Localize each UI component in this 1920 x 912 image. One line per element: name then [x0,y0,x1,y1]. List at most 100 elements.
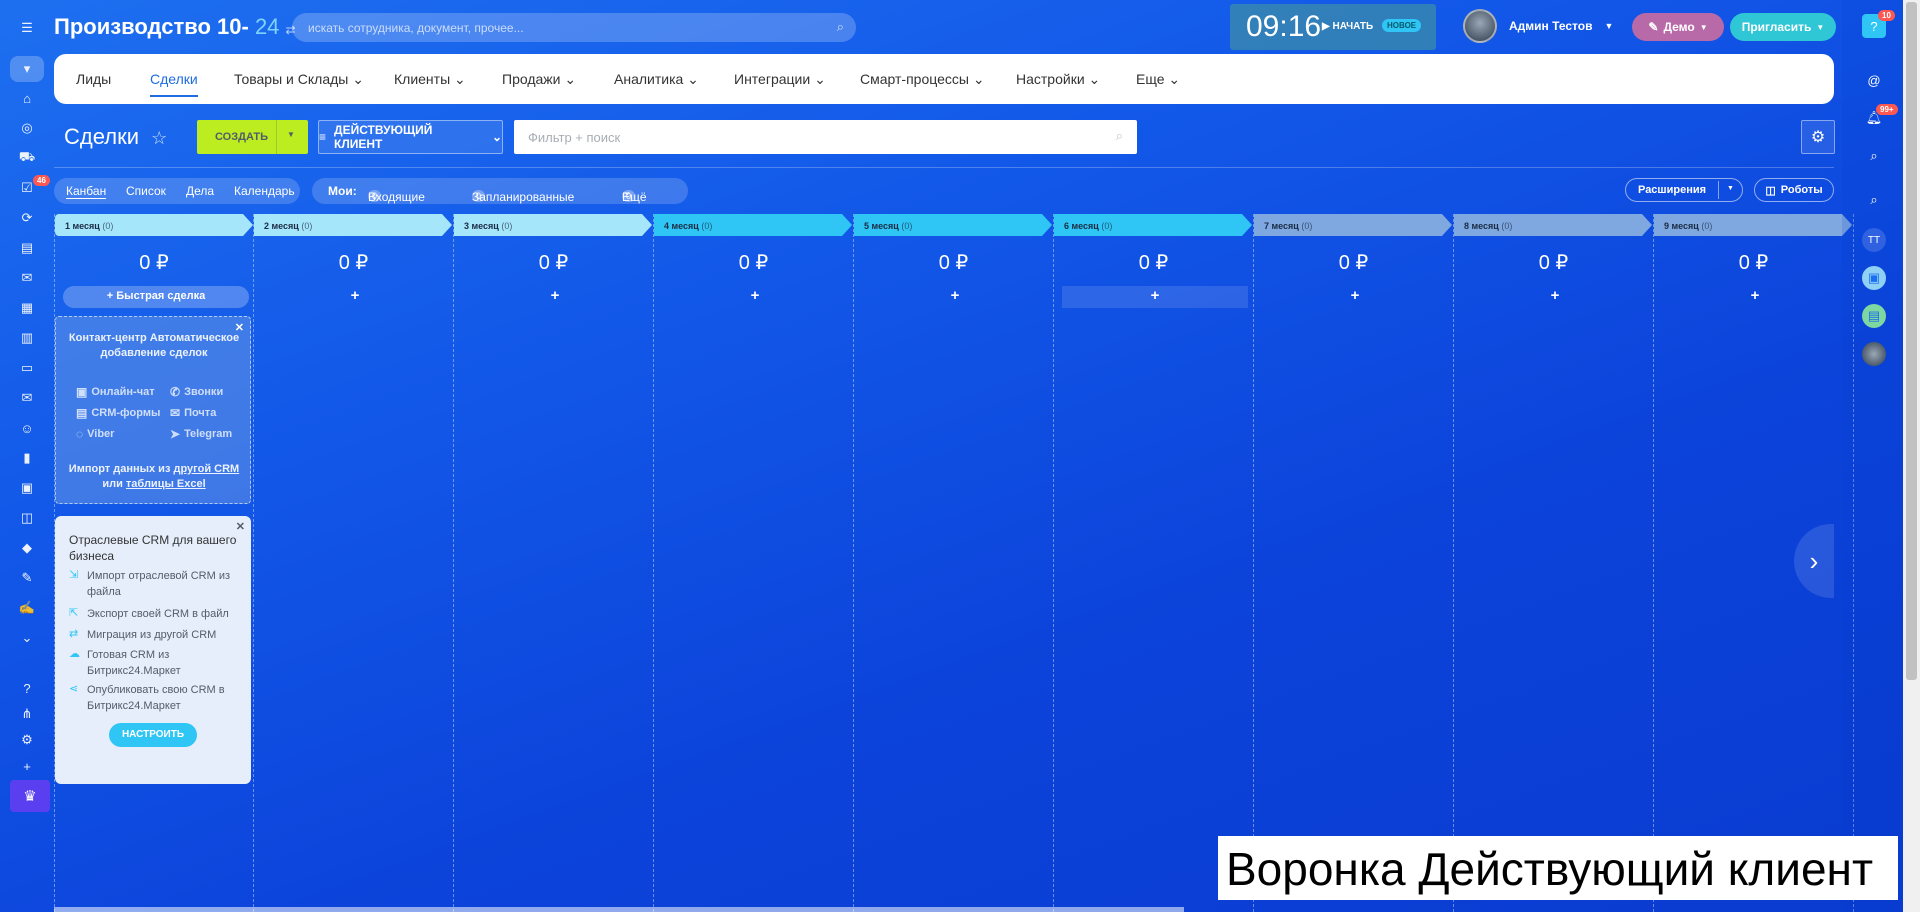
chat-search-icon[interactable]: ⌕ [1862,144,1886,168]
target-icon[interactable]: ◎ [17,118,37,138]
channel-viber[interactable]: ◌ Viber [76,427,114,441]
contact-card-icon[interactable]: ▣ [17,478,37,498]
industry-item-migration[interactable]: ⇄ Миграция из другой CRM [69,627,237,643]
stage-header[interactable]: 9 месяц (0) [1654,214,1852,236]
stage-header[interactable]: 4 месяц (0) [654,214,852,236]
avatar[interactable] [1862,342,1886,366]
quick-deal-button[interactable]: + Быстрая сделка [63,286,249,308]
tab-deals[interactable]: Сделки [150,71,198,97]
tab-analytics[interactable]: Аналитика ⌄ [614,71,699,88]
crown-icon[interactable]: ♛ [10,780,50,812]
setup-button[interactable]: НАСТРОИТЬ [109,723,197,747]
robot-icon[interactable]: ◫ [17,508,37,528]
chat-icon[interactable]: ✉ [17,268,37,288]
robots-button[interactable]: ◫ Роботы [1754,178,1834,202]
import-excel-link[interactable]: таблицы Excel [126,478,206,490]
notes-icon[interactable]: ▤ [1862,304,1886,328]
drive-icon[interactable]: ▤ [17,238,37,258]
structure-icon[interactable]: ⋔ [17,704,37,724]
help-icon[interactable]: ? [17,678,37,698]
industry-item-export[interactable]: ⇱ Экспорт своей CRM в файл [69,606,237,622]
add-deal-button[interactable]: + [462,286,648,308]
create-dropdown-icon[interactable]: ▼ [287,130,295,139]
work-time-widget[interactable]: 09:16 ▶ НАЧАТЬ НОВОЕ [1230,4,1436,50]
industry-item-publish[interactable]: ⋖ Опубликовать свою CRM в Битрикс24.Марке… [69,682,237,714]
portal-title[interactable]: Производство 10- 24 ⇄ [54,14,296,40]
user-menu[interactable]: Админ Тестов ▼ [1463,9,1613,43]
chat-bubble-icon[interactable]: ▣ [1862,266,1886,290]
tab-sales[interactable]: Продажи ⌄ [502,71,576,88]
settings-icon[interactable]: ⚙ [17,730,37,750]
reports-icon[interactable]: ▮ [17,448,37,468]
pipeline-selector[interactable]: ≡ ДЕЙСТВУЮЩИЙ КЛИЕНТ ⌄ [318,120,503,154]
crm-filter-icon[interactable]: ▾ [10,56,44,82]
search-icon[interactable]: ⌕ [1116,128,1123,144]
tab-smart-processes[interactable]: Смарт-процессы ⌄ [860,71,985,88]
invite-button[interactable]: Пригласить ▼ [1730,13,1836,41]
scrollbar-thumb[interactable] [1906,2,1917,680]
add-icon[interactable]: + [17,756,37,776]
bank-icon[interactable]: ⌂ [17,88,37,108]
stage-header[interactable]: 2 месяц (0) [254,214,452,236]
storage-icon[interactable]: ▭ [17,358,37,378]
star-icon[interactable]: ☆ [151,128,167,148]
start-workday-button[interactable]: ▶ НАЧАТЬ [1322,21,1373,32]
industry-item-import[interactable]: ⇲ Импорт отраслевой CRM из файла [69,568,237,600]
settings-button[interactable]: ⚙ [1801,120,1835,154]
add-deal-button[interactable]: + [1062,286,1248,308]
tab-more[interactable]: Еще ⌄ [1136,71,1180,88]
cart-icon[interactable]: ⛟ [17,148,37,168]
channel-calls[interactable]: ✆ Звонки [170,385,223,399]
automation-icon[interactable]: ⟳ [17,208,37,228]
horizontal-scrollbar[interactable] [54,907,1184,912]
tab-clients[interactable]: Клиенты ⌄ [394,71,466,88]
more-counter[interactable]: 0 Ещё ⌄ [622,184,647,204]
stage-header[interactable]: 6 месяц (0) [1054,214,1252,236]
channel-crm-forms[interactable]: ▤ CRM-формы [76,406,160,420]
stage-header[interactable]: 1 месяц (0) [55,214,253,236]
stage-header[interactable]: 8 месяц (0) [1454,214,1652,236]
stage-header[interactable]: 7 месяц (0) [1254,214,1452,236]
chevron-circle-icon[interactable]: ⌄ [17,628,37,648]
add-deal-button[interactable]: + [1662,286,1848,308]
view-calendar[interactable]: Календарь [234,184,295,198]
stage-header[interactable]: 5 месяц (0) [854,214,1052,236]
add-deal-button[interactable]: + [862,286,1048,308]
edit-list-icon[interactable]: ✎ [17,568,37,588]
channel-mail[interactable]: ✉ Почта [170,406,216,420]
filter-search-input[interactable]: Фильтр + поиск ⌕ [514,120,1137,154]
menu-icon[interactable]: ☰ [17,18,37,38]
channel-telegram[interactable]: ➤ Telegram [170,427,232,441]
vertical-scrollbar[interactable] [1903,0,1920,912]
demo-button[interactable]: ✎ Демо ▼ [1632,13,1724,41]
mail-icon[interactable]: ✉ [17,388,37,408]
at-mention-icon[interactable]: @ [1862,68,1886,92]
add-deal-button[interactable]: + [1462,286,1648,308]
import-other-crm-link[interactable]: другой CRM [173,463,239,475]
documents-icon[interactable]: ▥ [17,328,37,348]
stage-header[interactable]: 3 месяц (0) [454,214,652,236]
extensions-button[interactable]: Расширения ▼ [1625,178,1743,202]
tab-integrations[interactable]: Интеграции ⌄ [734,71,826,88]
search-icon[interactable]: ⌕ [1862,188,1886,212]
user-initials-avatar[interactable]: ТТ [1862,228,1886,252]
search-icon[interactable]: ⌕ [837,19,844,35]
calendar-icon[interactable]: ▦ [17,298,37,318]
industry-item-market[interactable]: ☁ Готовая CRM из Битрикс24.Маркет [69,647,237,679]
tab-products[interactable]: Товары и Склады ⌄ [234,71,364,88]
tab-leads[interactable]: Лиды [76,71,111,87]
view-list[interactable]: Список [126,184,166,198]
add-deal-button[interactable]: + [262,286,448,308]
add-deal-button[interactable]: + [662,286,848,308]
add-deal-button[interactable]: + [1262,286,1448,308]
view-kanban[interactable]: Канбан [66,184,107,199]
chevron-down-icon[interactable]: ▼ [1727,185,1734,192]
global-search-input[interactable]: искать сотрудника, документ, прочее... ⌕ [292,13,856,42]
channel-online-chat[interactable]: ▣ Онлайн-чат [76,385,155,399]
box-icon[interactable]: ◆ [17,538,37,558]
create-button[interactable]: СОЗДАТЬ ▼ [197,120,308,154]
tab-settings[interactable]: Настройки ⌄ [1016,71,1100,88]
view-activities[interactable]: Дела [186,184,214,198]
contacts-icon[interactable]: ☺ [17,418,37,438]
sign-icon[interactable]: ✍ [17,598,37,618]
